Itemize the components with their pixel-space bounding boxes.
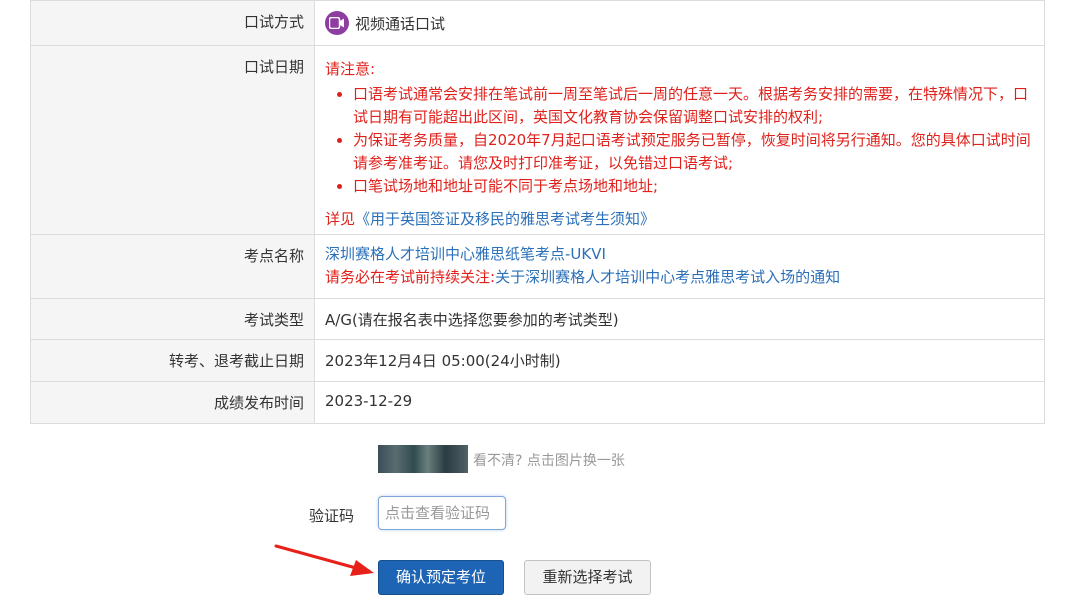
venue-entry-notice-link[interactable]: 关于深圳赛格人才培训中心考点雅思考试入场的通知 — [495, 268, 840, 286]
oral-method-value: 视频通话口试 — [355, 15, 446, 33]
captcha-label: 验证码 — [309, 507, 355, 525]
notice-list: 口语考试通常会安排在笔试前一周至笔试后一周的任意一天。根据考务安排的需要，在特殊… — [325, 83, 1034, 198]
row-oral-method: 口试方式 视频通话口试 — [30, 0, 1045, 46]
red-arrow-icon — [274, 544, 374, 576]
detail-line: 详见《用于英国签证及移民的雅思考试考生须知》 — [325, 208, 1034, 229]
oral-method-value-cell: 视频通话口试 — [314, 0, 1045, 46]
captcha-input[interactable] — [378, 496, 506, 530]
notice-title: 请注意: — [325, 60, 376, 78]
candidate-notice-link[interactable]: 《用于英国签证及移民的雅思考试考生须知》 — [355, 210, 655, 228]
row-deadline: 转考、退考截止日期 2023年12月4日 05:00(24小时制) — [30, 339, 1045, 382]
oral-method-label: 口试方式 — [30, 0, 315, 46]
reselect-exam-button[interactable]: 重新选择考试 — [524, 560, 651, 595]
deadline-label: 转考、退考截止日期 — [30, 339, 315, 382]
notice-item: 口笔试场地和地址可能不同于考点场地和地址; — [353, 175, 1034, 198]
result-date-value: 2023-12-29 — [314, 381, 1045, 424]
venue-link[interactable]: 深圳赛格人才培训中心雅思纸笔考点-UKVI — [325, 245, 606, 263]
venue-notice-prefix: 请务必在考试前持续关注: — [325, 268, 496, 286]
venue-value-cell: 深圳赛格人才培训中心雅思纸笔考点-UKVI 请务必在考试前持续关注:关于深圳赛格… — [314, 234, 1045, 299]
exam-type-value: A/G(请在报名表中选择您要参加的考试类型) — [314, 298, 1045, 340]
venue-label: 考点名称 — [30, 234, 315, 299]
video-camera-icon — [325, 11, 349, 35]
captcha-image[interactable] — [378, 445, 468, 473]
captcha-refresh-hint[interactable]: 看不清? 点击图片换一张 — [473, 450, 625, 470]
exam-info-table: 口试方式 视频通话口试 口试日期 请注意: 口语考试通常会安排在笔试前一周至笔试… — [30, 0, 1045, 424]
oral-date-value-cell: 请注意: 口语考试通常会安排在笔试前一周至笔试后一周的任意一天。根据考务安排的需… — [314, 45, 1045, 235]
exam-type-label: 考试类型 — [30, 298, 315, 340]
result-date-label: 成绩发布时间 — [30, 381, 315, 424]
row-exam-type: 考试类型 A/G(请在报名表中选择您要参加的考试类型) — [30, 298, 1045, 340]
notice-item: 口语考试通常会安排在笔试前一周至笔试后一周的任意一天。根据考务安排的需要，在特殊… — [353, 83, 1034, 129]
row-result-date: 成绩发布时间 2023-12-29 — [30, 381, 1045, 424]
deadline-value: 2023年12月4日 05:00(24小时制) — [314, 339, 1045, 382]
notice-item: 为保证考务质量，自2020年7月起口语考试预定服务已暂停，恢复时间将另行通知。您… — [353, 129, 1034, 175]
row-venue: 考点名称 深圳赛格人才培训中心雅思纸笔考点-UKVI 请务必在考试前持续关注:关… — [30, 234, 1045, 299]
oral-date-label: 口试日期 — [30, 45, 315, 235]
confirm-booking-button[interactable]: 确认预定考位 — [378, 560, 504, 595]
detail-prefix: 详见 — [325, 210, 356, 228]
row-oral-date: 口试日期 请注意: 口语考试通常会安排在笔试前一周至笔试后一周的任意一天。根据考… — [30, 45, 1045, 235]
